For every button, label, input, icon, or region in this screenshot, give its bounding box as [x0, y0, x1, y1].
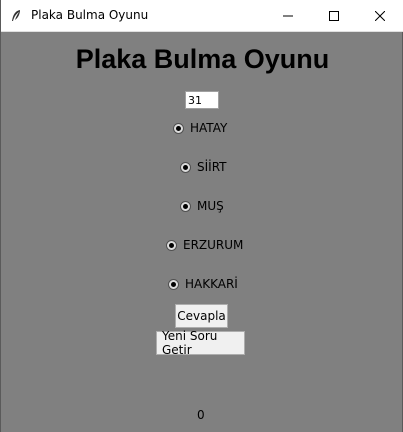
radio-button-icon[interactable]: [168, 278, 179, 290]
title-bar[interactable]: Plaka Bulma Oyunu: [1, 0, 403, 32]
radio-button-icon[interactable]: [166, 239, 177, 251]
feather-icon: [10, 9, 22, 23]
radio-button-icon[interactable]: [180, 200, 191, 212]
option-hakkari[interactable]: HAKKARİ: [168, 276, 238, 292]
option-hatay[interactable]: HATAY: [173, 120, 227, 136]
plate-number-input[interactable]: [185, 91, 219, 109]
option-label: SİİRT: [197, 160, 227, 174]
page-title: Plaka Bulma Oyunu: [75, 44, 330, 74]
option-erzurum[interactable]: ERZURUM: [166, 237, 243, 253]
app-window: Plaka Bulma Oyunu Plaka Bulma Oyunu HATA…: [0, 0, 403, 432]
radio-button-icon[interactable]: [180, 161, 191, 173]
option-label: ERZURUM: [183, 238, 244, 252]
option-label: HATAY: [190, 121, 228, 135]
radio-button-icon[interactable]: [173, 122, 184, 134]
score-label: 0: [197, 408, 205, 422]
close-icon: [375, 11, 385, 21]
option-label: HAKKARİ: [185, 277, 238, 291]
option-mus[interactable]: MUŞ: [180, 198, 224, 214]
minimize-icon: [283, 15, 293, 17]
answer-button[interactable]: Cevapla: [175, 304, 228, 328]
option-label: MUŞ: [197, 199, 224, 213]
maximize-icon: [329, 11, 339, 21]
new-question-button[interactable]: Yeni Soru Getir: [156, 329, 245, 357]
maximize-button[interactable]: [311, 0, 357, 32]
option-siirt[interactable]: SİİRT: [180, 159, 227, 175]
close-button[interactable]: [357, 0, 403, 32]
window-title: Plaka Bulma Oyunu: [31, 8, 149, 22]
minimize-button[interactable]: [265, 0, 311, 32]
